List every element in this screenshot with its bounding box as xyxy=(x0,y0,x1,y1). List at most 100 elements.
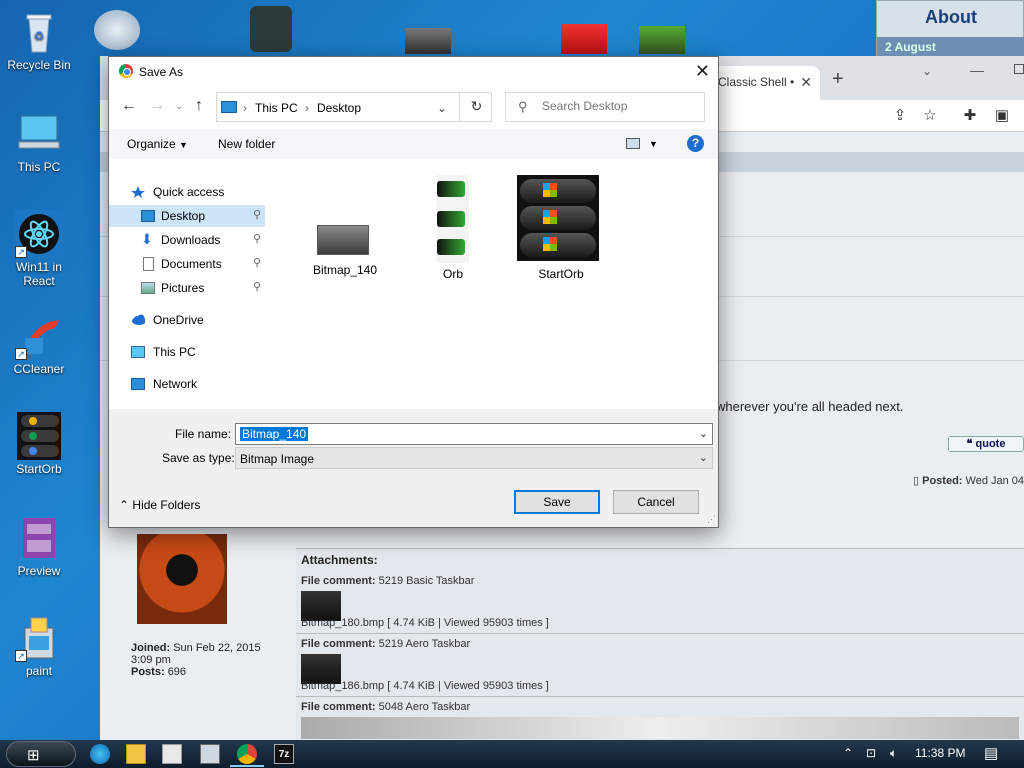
close-icon[interactable]: ✕ xyxy=(695,61,710,82)
breadcrumb-separator-icon: › xyxy=(243,101,247,115)
pin-icon[interactable]: ⚲ xyxy=(253,280,261,293)
pin-icon[interactable]: ⚲ xyxy=(253,232,261,245)
nav-item-pictures[interactable]: Pictures ⚲ xyxy=(109,277,265,299)
attachment-thumbnail[interactable] xyxy=(301,717,1019,739)
desktop-icon-startorb[interactable]: StartOrb xyxy=(0,412,78,476)
desktop-icon-recycle-bin[interactable]: ♻ Recycle Bin xyxy=(0,8,78,72)
breadcrumb-item[interactable]: Desktop xyxy=(317,101,361,115)
attachment-comment: File comment: 5048 Aero Taskbar xyxy=(301,701,470,713)
chevron-down-icon[interactable]: ⌄ xyxy=(699,427,708,440)
start-button[interactable]: ⊞ xyxy=(6,741,76,767)
bitmap-thumb-icon[interactable] xyxy=(405,28,451,54)
pin-icon[interactable]: ⚲ xyxy=(253,208,261,221)
chevron-down-icon[interactable]: ▼ xyxy=(649,139,658,149)
mail-icon[interactable] xyxy=(200,744,220,764)
file-item[interactable]: StartOrb xyxy=(511,175,611,285)
cancel-button[interactable]: Cancel xyxy=(613,490,699,514)
nav-item-downloads[interactable]: ⬇ Downloads ⚲ xyxy=(109,229,265,251)
nav-item-quick-access[interactable]: Quick access xyxy=(109,181,265,203)
nav-item-network[interactable]: Network xyxy=(109,373,265,395)
nav-item-label: Downloads xyxy=(161,233,221,247)
hide-folders-button[interactable]: ⌃ Hide Folders xyxy=(119,498,200,512)
new-tab-icon[interactable]: + xyxy=(832,68,844,91)
forum-post-text: wherever you're all headed next. xyxy=(716,399,904,414)
attachments-title: Attachments: xyxy=(301,553,378,567)
ccleaner-icon: ↗ xyxy=(15,312,63,360)
save-as-type-label: Save as type: xyxy=(162,451,235,465)
forward-arrow-icon[interactable]: → xyxy=(149,97,165,115)
desktop-icon-label: This PC xyxy=(17,160,61,174)
chevron-down-icon[interactable]: ⌄ xyxy=(437,101,447,115)
chrome-taskbar-icon[interactable] xyxy=(237,744,257,764)
7zip-icon[interactable]: 7z xyxy=(274,744,294,764)
posts-label: Posts: xyxy=(131,666,165,678)
organize-button[interactable]: Organize ▼ xyxy=(127,137,188,151)
orb-thumbnail xyxy=(437,175,469,263)
attachment-file[interactable]: Bitmap_180.bmp [ 4.74 KiB | Viewed 95903… xyxy=(301,617,549,629)
network-tray-icon[interactable]: ⊡ xyxy=(866,746,876,760)
chevron-down-icon[interactable]: ⌄ xyxy=(922,64,932,78)
windows-logo-icon: ⊞ xyxy=(27,747,40,764)
browser-tab[interactable]: Classic Shell • ✕ xyxy=(710,66,820,100)
desktop-icon-label: StartOrb xyxy=(16,462,62,476)
comment-text: 5219 Aero Taskbar xyxy=(378,638,471,650)
red-image-icon[interactable] xyxy=(561,24,607,54)
nav-item-label: This PC xyxy=(153,345,196,359)
save-as-type-select[interactable]: Bitmap Image ⌄ xyxy=(235,447,713,469)
notifications-icon[interactable]: ▤ xyxy=(984,744,998,762)
quote-icon: ❝ xyxy=(966,438,976,450)
file-name-input[interactable]: Bitmap_140 ⌄ xyxy=(235,423,713,445)
desktop-icon-win11-in-react[interactable]: ↗ Win11 in React xyxy=(0,210,78,288)
desktop-icon-this-pc[interactable]: This PC xyxy=(0,110,78,174)
side-panel-icon[interactable]: ▣ xyxy=(992,106,1012,126)
partial-app-icon[interactable] xyxy=(94,10,140,50)
close-tab-icon[interactable]: ✕ xyxy=(800,74,812,91)
chevron-down-icon: ▼ xyxy=(179,140,188,150)
star-icon[interactable]: ☆ xyxy=(920,106,940,126)
nav-item-this-pc[interactable]: This PC xyxy=(109,341,265,363)
show-hidden-icons-icon[interactable]: ⌃ xyxy=(843,746,853,760)
resize-grip-icon[interactable]: ⋰ xyxy=(707,514,716,525)
volume-icon[interactable]: 🔈︎ xyxy=(890,746,897,761)
address-bar[interactable]: › This PC › Desktop ⌄ xyxy=(216,92,492,122)
joined-time: 3:09 pm xyxy=(131,654,171,666)
search-input[interactable] xyxy=(542,99,698,113)
search-box[interactable]: ⚲ xyxy=(505,92,705,122)
user-info: Joined: Sun Feb 22, 2015 3:09 pm Posts: … xyxy=(131,642,261,678)
nav-item-desktop[interactable]: Desktop ⚲ xyxy=(109,205,265,227)
new-folder-button[interactable]: New folder xyxy=(218,137,275,151)
view-options-icon[interactable] xyxy=(626,138,640,149)
back-arrow-icon[interactable]: ← xyxy=(121,97,137,115)
help-icon[interactable]: ? xyxy=(687,135,704,152)
green-image-icon[interactable] xyxy=(639,26,685,54)
clock[interactable]: 11:38 PM xyxy=(915,746,965,760)
save-button[interactable]: Save xyxy=(514,490,600,514)
comment-label: File comment: xyxy=(301,575,376,587)
user-avatar[interactable] xyxy=(137,534,227,624)
breadcrumb-item[interactable]: This PC xyxy=(255,101,298,115)
refresh-icon[interactable]: ↻ xyxy=(459,92,493,122)
attachment-file[interactable]: Bitmap_186.bmp [ 4.74 KiB | Viewed 95903… xyxy=(301,680,549,692)
chevron-up-icon: ⌃ xyxy=(119,498,130,512)
up-arrow-icon[interactable]: ↑ xyxy=(195,97,203,115)
desktop-icon-label: paint xyxy=(25,664,53,678)
recent-locations-icon[interactable]: ⌄ xyxy=(175,101,183,112)
file-item[interactable]: Orb xyxy=(403,175,503,285)
network-icon xyxy=(131,378,145,390)
desktop-icon-ccleaner[interactable]: ↗ CCleaner xyxy=(0,312,78,376)
extensions-icon[interactable]: ✚ xyxy=(960,106,980,126)
edge-icon[interactable] xyxy=(90,744,110,764)
minimize-icon[interactable]: — xyxy=(970,62,984,78)
pin-icon[interactable]: ⚲ xyxy=(253,256,261,269)
startorb-thumb-icon[interactable] xyxy=(250,6,292,52)
nav-item-documents[interactable]: Documents ⚲ xyxy=(109,253,265,275)
share-icon[interactable]: ⇪ xyxy=(890,106,910,126)
store-icon[interactable] xyxy=(162,744,182,764)
desktop-icon-preview[interactable]: Preview xyxy=(0,514,78,578)
file-explorer-icon[interactable] xyxy=(126,744,146,764)
nav-item-onedrive[interactable]: OneDrive xyxy=(109,309,265,331)
file-item[interactable]: Bitmap_140 xyxy=(295,225,395,285)
quote-button[interactable]: ❝ quote xyxy=(948,436,1024,452)
desktop-icon-paint[interactable]: ↗ paint xyxy=(0,614,78,678)
maximize-icon[interactable] xyxy=(1014,64,1024,74)
